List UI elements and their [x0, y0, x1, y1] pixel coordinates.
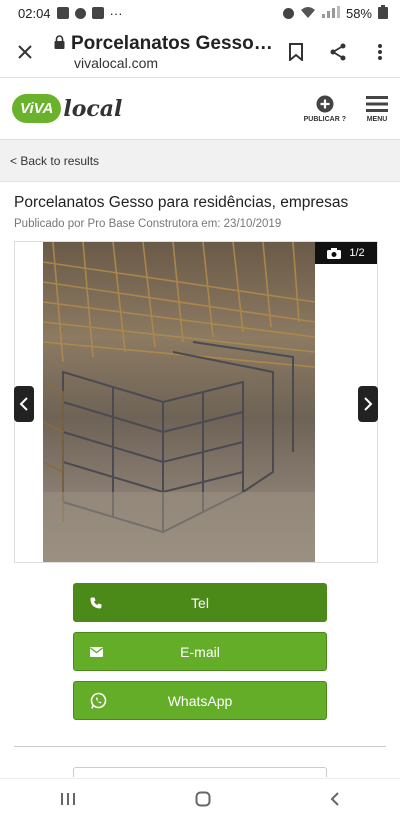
site-header: ViVA local PUBLICAR ? MENU: [0, 78, 400, 140]
more-vert-icon[interactable]: [368, 40, 392, 64]
email-label: E-mail: [180, 643, 220, 660]
message-form-box[interactable]: [73, 767, 327, 777]
whatsapp-icon: [90, 692, 107, 709]
chevron-right-icon: [364, 397, 373, 411]
envelope-icon: [90, 646, 103, 657]
camera-icon: [327, 247, 342, 259]
browser-toolbar: Porcelanatos Gesso… vivalocal.com: [0, 26, 400, 78]
section-divider: [14, 746, 386, 747]
tel-button[interactable]: Tel: [73, 583, 327, 622]
whatsapp-button[interactable]: WhatsApp: [73, 681, 327, 720]
page-domain: vivalocal.com: [74, 54, 159, 71]
contact-buttons: Tel E-mail WhatsApp: [73, 583, 327, 720]
address-bar[interactable]: Porcelanatos Gesso… vivalocal.com: [54, 33, 274, 71]
listing-title: Porcelanatos Gesso para residências, emp…: [14, 194, 349, 211]
logo-text: local: [63, 95, 123, 122]
page-title: Porcelanatos Gesso…: [71, 32, 273, 54]
phone-icon: [90, 597, 102, 609]
publicar-label: PUBLICAR ?: [303, 115, 346, 123]
photo-counter: 1/2: [349, 247, 365, 259]
tel-label: Tel: [191, 594, 209, 611]
bookmark-icon[interactable]: [284, 40, 308, 64]
chevron-left-icon: [19, 397, 28, 411]
more-notifications-icon: ···: [109, 5, 123, 21]
vivalocal-logo[interactable]: ViVA local: [12, 94, 122, 123]
battery-percent: 58%: [345, 5, 372, 21]
recents-icon[interactable]: [60, 792, 76, 811]
listing: Porcelanatos Gesso para residências, emp…: [0, 182, 400, 563]
android-nav-bar: [0, 778, 400, 824]
battery-icon: [378, 4, 388, 22]
share-icon[interactable]: [326, 40, 350, 64]
menu-label: MENU: [366, 115, 388, 123]
whatsapp-label: WhatsApp: [167, 692, 233, 709]
lock-icon: [54, 33, 65, 55]
photo-counter-badge: 1/2: [315, 242, 377, 264]
listing-photo[interactable]: [43, 242, 315, 562]
email-button[interactable]: E-mail: [73, 632, 327, 671]
previous-photo-button[interactable]: [14, 386, 34, 422]
shopping-notification-icon: [91, 7, 104, 19]
wifi-icon: [300, 6, 316, 21]
gallery-notification-icon: [56, 7, 69, 19]
back-to-results-link[interactable]: < Back to results: [10, 154, 99, 168]
alarm-icon: [282, 7, 294, 19]
photo-gallery: 1/2: [14, 241, 378, 563]
logo-badge: ViVA: [12, 94, 62, 123]
hamburger-icon: [366, 95, 388, 112]
back-icon[interactable]: [330, 791, 340, 812]
status-time: 02:04: [18, 5, 51, 21]
status-bar: 02:04 ··· 58%: [0, 0, 400, 26]
close-icon[interactable]: [12, 39, 38, 65]
next-photo-button[interactable]: [358, 386, 378, 422]
publicar-button[interactable]: PUBLICAR ?: [304, 95, 346, 123]
home-icon[interactable]: [195, 791, 211, 812]
listing-published-by: Publicado por Pro Base Construtora em: 2…: [14, 218, 282, 230]
app-notification-icon: [74, 7, 86, 19]
signal-icon: [321, 5, 340, 21]
menu-button[interactable]: MENU: [366, 95, 388, 123]
plus-circle-icon: [316, 95, 334, 112]
back-to-results-bar: < Back to results: [0, 140, 400, 182]
